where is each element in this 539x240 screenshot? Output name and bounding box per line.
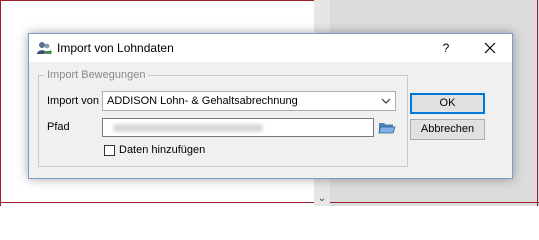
path-label: Pfad — [47, 121, 70, 133]
help-button[interactable]: ? — [434, 34, 458, 62]
background-panel-border-bottom — [330, 202, 539, 203]
folder-open-icon[interactable] — [377, 119, 396, 136]
import-source-select[interactable]: ADDISON Lohn- & Gehaltsabrechnung — [102, 91, 396, 111]
background-border-right — [537, 0, 538, 206]
group-title: Import Bewegungen — [44, 69, 149, 81]
ok-button[interactable]: OK — [410, 93, 485, 114]
users-import-icon — [37, 42, 52, 55]
background-border-top — [0, 0, 318, 1]
cancel-button[interactable]: Abbrechen — [410, 119, 485, 140]
append-data-checkbox[interactable] — [104, 145, 115, 156]
import-dialog: Import von Lohndaten ? Import Bewegungen… — [28, 33, 513, 179]
import-from-label: Import von — [47, 95, 99, 107]
dialog-title: Import von Lohndaten — [57, 41, 174, 55]
close-icon[interactable] — [476, 34, 504, 62]
import-source-value: ADDISON Lohn- & Gehaltsabrechnung — [107, 95, 298, 107]
background-border-left — [0, 0, 1, 206]
scroll-down-arrow-icon[interactable]: ⌄ — [314, 193, 330, 204]
path-input[interactable] — [102, 118, 374, 137]
dialog-titlebar[interactable]: Import von Lohndaten ? — [29, 34, 512, 62]
path-value-redacted — [113, 124, 263, 132]
background-border-bottom — [0, 202, 318, 203]
chevron-down-icon — [381, 98, 391, 104]
append-data-label[interactable]: Daten hinzufügen — [119, 144, 205, 156]
